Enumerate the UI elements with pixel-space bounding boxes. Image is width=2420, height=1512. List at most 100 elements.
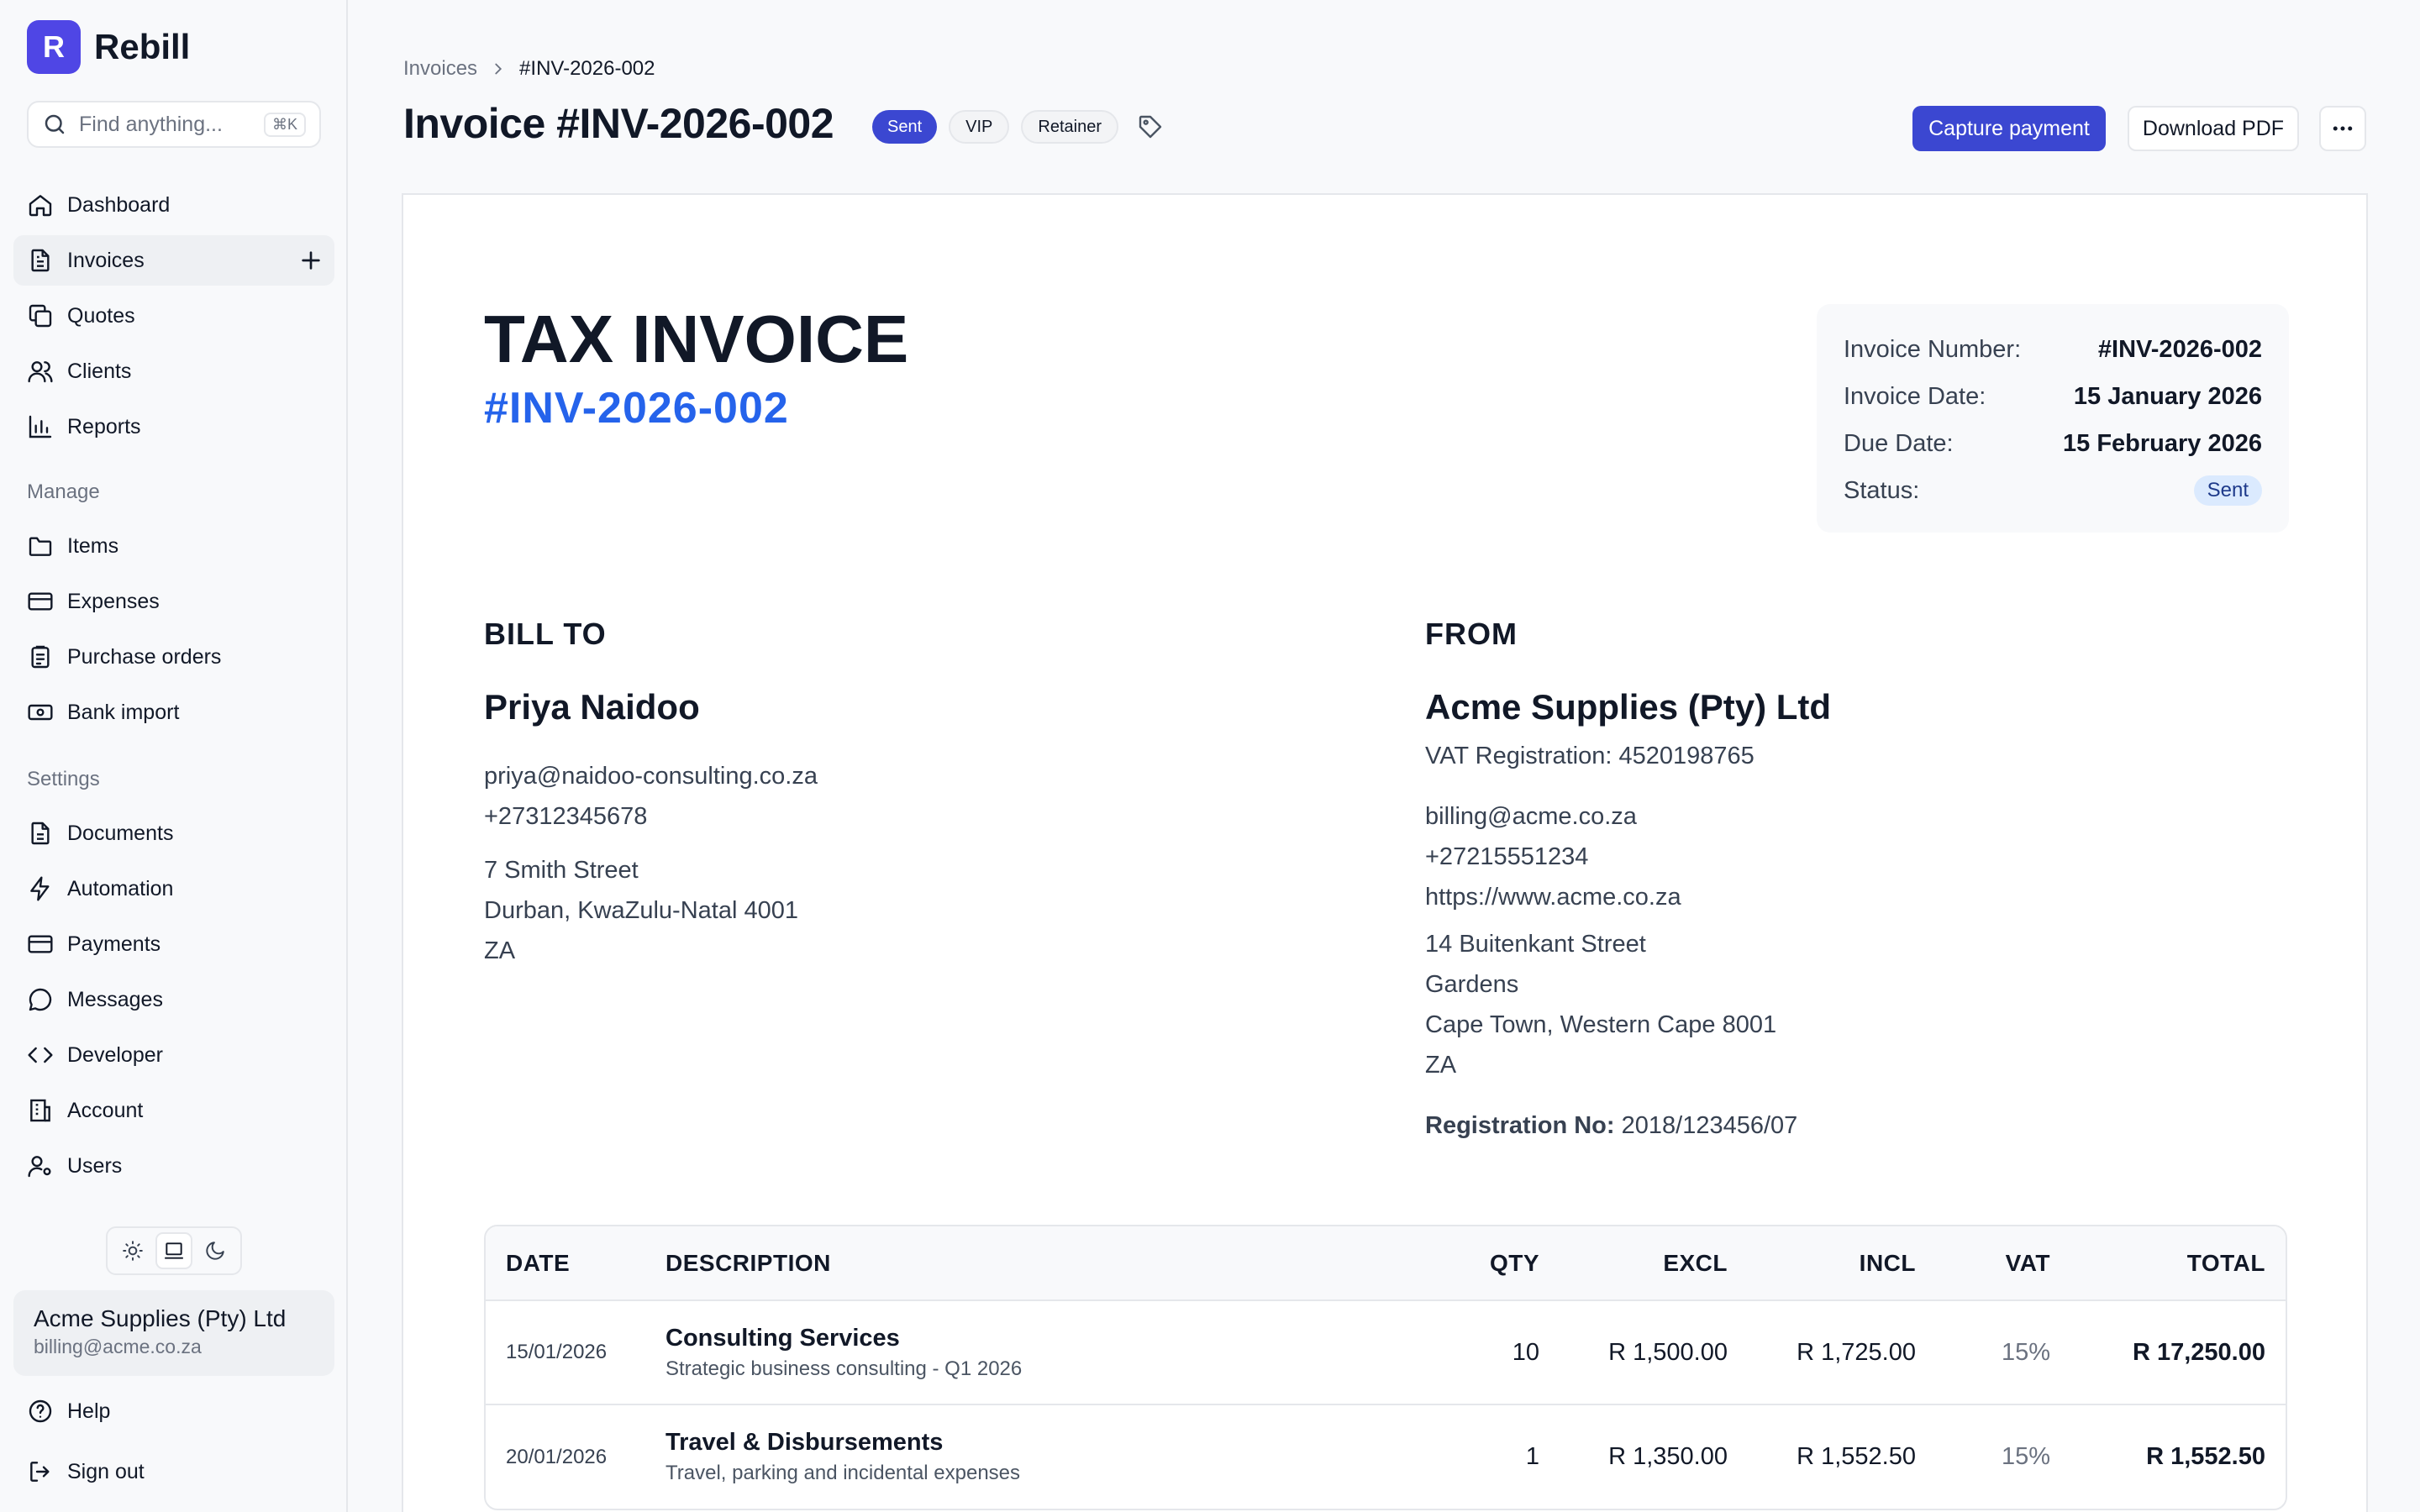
sidebar-item-account[interactable]: Account <box>13 1085 334 1136</box>
more-actions-button[interactable] <box>2319 106 2366 151</box>
brand[interactable]: R Rebill <box>27 20 190 74</box>
moon-icon <box>206 1242 224 1260</box>
column-header-qty: QTY <box>1408 1226 1560 1300</box>
company-vat: VAT Registration: 4520198765 <box>1425 743 1754 769</box>
sidebar-item-label: Sign out <box>67 1459 145 1483</box>
home-icon <box>29 195 52 217</box>
sidebar-item-expenses[interactable]: Expenses <box>13 576 334 627</box>
invoice-badges: Sent VIP Retainer <box>872 110 1164 144</box>
organization-email: billing@acme.co.za <box>34 1336 202 1357</box>
bill-to-heading: BILL TO <box>484 617 607 651</box>
sidebar-item-label: Help <box>67 1399 111 1423</box>
sidebar-item-sign-out[interactable]: Sign out <box>13 1446 334 1497</box>
company-phone: +27215551234 <box>1425 843 1589 870</box>
sidebar-item-label: Payments <box>67 932 161 956</box>
meta-key: Invoice Number: <box>1844 335 2022 363</box>
sun-icon <box>123 1241 144 1261</box>
download-pdf-button[interactable]: Download PDF <box>2128 106 2299 151</box>
meta-key: Due Date: <box>1844 429 1954 457</box>
sidebar-item-label: Expenses <box>67 589 160 613</box>
meta-row-number: Invoice Number: #INV-2026-002 <box>1844 326 2262 373</box>
sign-out-icon <box>30 1462 50 1482</box>
credit-card-icon <box>28 592 53 611</box>
column-header-date: DATE <box>486 1226 645 1300</box>
company-registration: Registration No: 2018/123456/07 <box>1425 1112 1797 1140</box>
client-address-line: ZA <box>484 937 516 964</box>
organization-name: Acme Supplies (Pty) Ltd <box>34 1305 287 1331</box>
search-input[interactable]: Find anything... ⌘K <box>27 101 321 148</box>
column-header-incl: INCL <box>1748 1226 1936 1300</box>
meta-row-date: Invoice Date: 15 January 2026 <box>1844 373 2262 420</box>
sidebar: R Rebill Find anything... ⌘K Dashboard I… <box>0 0 348 1512</box>
tag-retainer[interactable]: Retainer <box>1021 110 1119 144</box>
organization-switcher[interactable]: Acme Supplies (Pty) Ltd billing@acme.co.… <box>13 1290 334 1376</box>
sidebar-item-reports[interactable]: Reports <box>13 402 334 452</box>
sidebar-item-purchase-orders[interactable]: Purchase orders <box>13 632 334 682</box>
client-name: Priya Naidoo <box>484 687 700 727</box>
company-address-line: ZA <box>1425 1052 1457 1079</box>
tag-vip[interactable]: VIP <box>949 110 1010 144</box>
users-icon <box>28 361 53 383</box>
sidebar-item-label: Reports <box>67 414 141 438</box>
invoice-number: #INV-2026-002 <box>484 384 789 433</box>
more-horizontal-icon <box>2333 126 2353 131</box>
sidebar-item-help[interactable]: Help <box>13 1386 334 1436</box>
search-placeholder: Find anything... <box>79 112 223 136</box>
app-name: Rebill <box>94 27 191 66</box>
sidebar-item-clients[interactable]: Clients <box>13 346 334 396</box>
add-invoice-icon[interactable] <box>297 247 324 274</box>
cell-qty: 10 <box>1408 1299 1560 1404</box>
theme-switcher <box>106 1226 242 1275</box>
sidebar-item-bank-import[interactable]: Bank import <box>13 687 334 738</box>
invoice-meta: Invoice Number: #INV-2026-002 Invoice Da… <box>1817 304 2289 533</box>
sidebar-item-label: Users <box>67 1153 123 1178</box>
code-icon <box>28 1047 53 1063</box>
registration-label: Registration No: <box>1425 1112 1615 1139</box>
sidebar-item-invoices[interactable]: Invoices <box>13 235 334 286</box>
sidebar-item-label: Dashboard <box>67 192 171 217</box>
cell-incl: R 1,552.50 <box>1748 1404 1936 1509</box>
sidebar-item-label: Documents <box>67 821 174 845</box>
chevron-right-icon <box>495 63 502 75</box>
breadcrumb-invoices-link[interactable]: Invoices <box>403 57 477 81</box>
item-title: Consulting Services <box>666 1324 900 1352</box>
sidebar-item-dashboard[interactable]: Dashboard <box>13 180 334 230</box>
building-icon <box>30 1099 50 1122</box>
cell-vat: 15% <box>1936 1404 2070 1509</box>
app-logo: R <box>27 20 81 74</box>
sidebar-item-label: Quotes <box>67 303 135 328</box>
sidebar-item-label: Purchase orders <box>67 644 222 669</box>
sidebar-item-developer[interactable]: Developer <box>13 1030 334 1080</box>
search-shortcut: ⌘K <box>263 112 306 137</box>
company-website: https://www.acme.co.za <box>1425 884 1681 911</box>
item-subtitle: Travel, parking and incidental expenses <box>666 1462 1021 1484</box>
capture-payment-button[interactable]: Capture payment <box>1912 106 2106 151</box>
sidebar-item-items[interactable]: Items <box>13 521 334 571</box>
search-icon <box>45 114 65 134</box>
company-name: Acme Supplies (Pty) Ltd <box>1425 687 1832 727</box>
sidebar-item-documents[interactable]: Documents <box>13 808 334 858</box>
bar-chart-icon <box>29 415 52 438</box>
sidebar-item-messages[interactable]: Messages <box>13 974 334 1025</box>
dark-theme-button[interactable] <box>197 1232 234 1269</box>
clipboard-icon <box>31 645 50 669</box>
user-cog-icon <box>28 1156 51 1178</box>
light-theme-button[interactable] <box>114 1232 151 1269</box>
table-row: 15/01/2026 Consulting Services Strategic… <box>486 1299 2286 1404</box>
cell-date: 20/01/2026 <box>486 1404 645 1509</box>
page-title: Invoice #INV-2026-002 <box>403 100 834 147</box>
table-row: 20/01/2026 Travel & Disbursements Travel… <box>486 1404 2286 1509</box>
sidebar-item-payments[interactable]: Payments <box>13 919 334 969</box>
sidebar-item-automation[interactable]: Automation <box>13 864 334 914</box>
sidebar-item-quotes[interactable]: Quotes <box>13 291 334 341</box>
help-circle-icon <box>29 1399 52 1423</box>
sidebar-item-users[interactable]: Users <box>13 1141 334 1191</box>
tag-icon[interactable] <box>1137 113 1164 140</box>
sidebar-item-label: Items <box>67 533 119 558</box>
sidebar-item-label: Invoices <box>67 248 145 272</box>
cell-excl: R 1,350.00 <box>1560 1404 1748 1509</box>
company-address-line: 14 Buitenkant Street <box>1425 931 1646 958</box>
breadcrumb: Invoices #INV-2026-002 <box>403 57 655 81</box>
system-theme-button[interactable] <box>155 1232 192 1269</box>
status-pill: Sent <box>2193 475 2262 506</box>
